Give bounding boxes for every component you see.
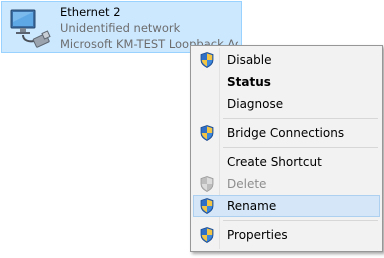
- uac-shield-icon: [200, 52, 214, 68]
- menu-item-diagnose[interactable]: Diagnose: [193, 93, 380, 115]
- menu-item-disable[interactable]: Disable: [193, 49, 380, 71]
- menu-item-bridge-connections[interactable]: Bridge Connections: [193, 122, 380, 144]
- menu-item-delete: Delete: [193, 173, 380, 195]
- menu-item-status[interactable]: Status: [193, 71, 380, 93]
- menu-separator: [223, 118, 378, 119]
- menu-item-label: Bridge Connections: [227, 126, 345, 140]
- menu-separator: [223, 147, 378, 148]
- menu-item-label: Status: [227, 75, 271, 89]
- menu-item-properties[interactable]: Properties: [193, 224, 380, 246]
- menu-item-label: Rename: [227, 199, 277, 213]
- menu-item-label: Diagnose: [227, 97, 284, 111]
- uac-shield-icon: [200, 176, 214, 192]
- menu-separator: [223, 220, 378, 221]
- uac-shield-icon: [200, 198, 214, 214]
- uac-shield-icon: [200, 125, 214, 141]
- uac-shield-icon: [200, 227, 214, 243]
- context-menu: Disable Status Diagnose Bridge Connectio…: [190, 45, 383, 252]
- menu-item-label: Delete: [227, 177, 267, 191]
- adapter-name: Ethernet 2: [60, 5, 121, 19]
- menu-item-create-shortcut[interactable]: Create Shortcut: [193, 151, 380, 173]
- menu-item-label: Create Shortcut: [227, 155, 322, 169]
- menu-item-rename[interactable]: Rename: [193, 195, 380, 217]
- menu-item-label: Properties: [227, 228, 288, 242]
- adapter-network-status: Unidentified network: [60, 21, 181, 35]
- network-adapter-icon: [10, 9, 51, 48]
- menu-item-label: Disable: [227, 53, 272, 67]
